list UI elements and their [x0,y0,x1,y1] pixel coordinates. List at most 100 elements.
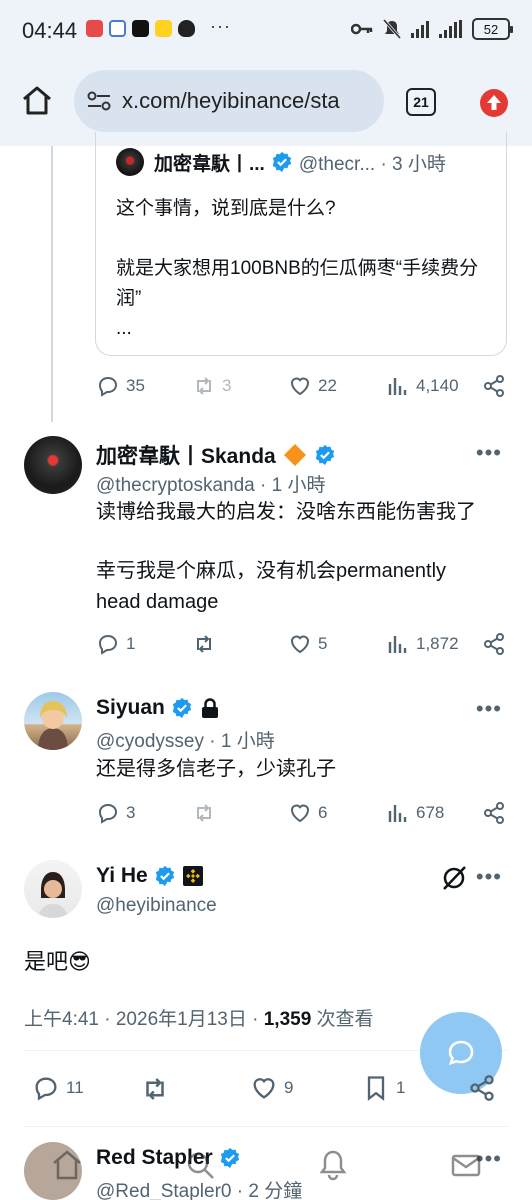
repost-button[interactable]: 3 [192,374,231,398]
home-icon[interactable] [20,84,54,118]
author-name[interactable]: Siyuan [96,696,165,720]
share-icon [484,375,504,397]
notifications-nav-icon[interactable] [316,1148,350,1182]
bottom-navigation [0,1130,532,1200]
quoted-text-line: 就是大家想用100BNB的仨瓜俩枣“手续费分润” [116,258,479,309]
search-nav-icon[interactable] [183,1148,217,1182]
author-row: Yi He [96,864,204,888]
author-name[interactable]: Yi He [96,864,148,888]
tab-switcher-button[interactable]: 21 [406,88,436,116]
avatar-illustration [38,872,68,918]
author-handle: @thecryptoskanda · 1 小時 [96,475,326,496]
repost-button[interactable] [192,801,216,825]
like-count: 22 [318,376,337,395]
like-button[interactable]: 22 [288,374,337,398]
like-count: 6 [318,803,328,822]
chat-bubble-icon [448,1040,474,1065]
tweet-text-line: 幸亏我是个麻瓜，没有机会permanently head damage [96,560,447,613]
home-nav-icon[interactable] [50,1148,84,1182]
reply-count: 11 [66,1078,84,1097]
reply-button[interactable]: 3 [96,801,135,825]
messages-nav-icon[interactable] [449,1148,483,1182]
repost-count: 3 [222,376,232,395]
avatar[interactable] [24,436,82,494]
notification-app-icon [109,20,126,37]
key-icon [351,23,373,35]
notification-icons [86,20,195,37]
battery-indicator: 52 [472,18,513,40]
reply-button[interactable]: 1 [96,632,135,656]
heart-icon [290,377,310,396]
verified-badge-icon [155,865,174,887]
update-icon[interactable] [480,89,508,117]
like-button[interactable]: 5 [288,632,327,656]
share-button[interactable] [482,374,506,398]
author-row: Siyuan [96,696,221,720]
grok-icon[interactable] [440,864,468,892]
repost-icon [197,804,211,822]
tweet-metadata: 上午4:41 · 2026年1月13日 · 1,359 次查看 [24,1004,374,1031]
share-button[interactable] [482,632,506,656]
reply-button[interactable]: 11 [32,1074,84,1102]
reply-icon [98,376,118,397]
author-handle: @cyodyssey · 1 小時 [96,731,275,752]
binance-affiliate-icon [182,866,203,886]
avatar[interactable] [24,692,82,750]
analytics-icon [388,378,407,395]
bookmark-button[interactable]: 1 [362,1074,405,1102]
share-button[interactable] [482,801,506,825]
like-button[interactable]: 9 [250,1074,293,1102]
share-button[interactable] [468,1074,496,1102]
url-text: x.com/heyibinance/sta [122,88,340,113]
avatar [116,148,144,176]
quoted-tweet-card[interactable]: 加密韋馱丨... @thecr... · 3 小時 这个事情，说到底是什么? 就… [95,132,507,356]
verified-badge-icon [272,151,292,173]
views-button[interactable]: 1,872 [386,632,459,656]
quoted-author-handle: @thecr... · 3 小時 [298,153,446,175]
more-options-button[interactable]: ••• [476,864,502,890]
system-indicators: 52 [351,18,513,40]
repost-button[interactable] [192,632,216,656]
view-count: 1,872 [416,634,459,653]
tweet-view-label: 次查看 [311,1009,374,1030]
notification-app-icon [155,20,172,37]
reply-icon [98,634,118,655]
status-time: 04:44 [22,18,78,43]
orange-diamond-icon [283,444,306,466]
views-button[interactable]: 678 [386,801,444,825]
tweet-text: 还是得多信老子，少读孔子 [96,754,516,785]
views-button[interactable]: 4,140 [386,374,459,398]
more-options-button[interactable]: ••• [476,440,502,466]
tweet-timestamp[interactable]: 上午4:41 · 2026年1月13日 · [24,1009,264,1030]
author-row: 加密韋馱丨Skanda [96,440,336,470]
repost-button[interactable] [140,1074,170,1104]
divider [24,1126,508,1127]
avatar[interactable] [24,860,82,918]
author-name[interactable]: 加密韋馱丨Skanda [96,440,276,470]
share-icon [470,1075,494,1101]
quoted-text-line: 这个事情，说到底是什么? [116,198,336,219]
like-button[interactable]: 6 [288,801,327,825]
more-options-button[interactable]: ••• [476,696,502,722]
avatar-illustration [38,701,68,750]
tweet-text: 读博给我最大的启发：没啥东西能伤害我了 幸亏我是个麻瓜，没有机会permanen… [96,497,516,618]
reply-button[interactable]: 35 [96,374,145,398]
reply-count: 3 [126,803,136,822]
quoted-text-ellipsis: ... [116,318,132,339]
repost-icon [197,377,211,395]
reply-icon [98,803,118,824]
reply-count: 1 [126,634,136,653]
quoted-tweet-header: 加密韋馱丨... @thecr... · 3 小時 [116,148,446,176]
tweet-actions: 3 6 678 [96,801,508,831]
site-settings-icon[interactable] [87,90,111,112]
tweet-text: 是吧😎 [24,949,91,974]
verified-badge-icon [172,697,192,719]
tweet-actions: 1 5 1,872 [96,632,508,662]
notification-app-icon [86,20,103,37]
lock-icon [201,698,218,718]
author-handle: @heyibinance [96,895,217,916]
heart-icon [253,1078,275,1099]
share-icon [484,633,504,655]
address-bar[interactable]: x.com/heyibinance/sta [74,70,384,132]
like-count: 5 [318,634,328,653]
